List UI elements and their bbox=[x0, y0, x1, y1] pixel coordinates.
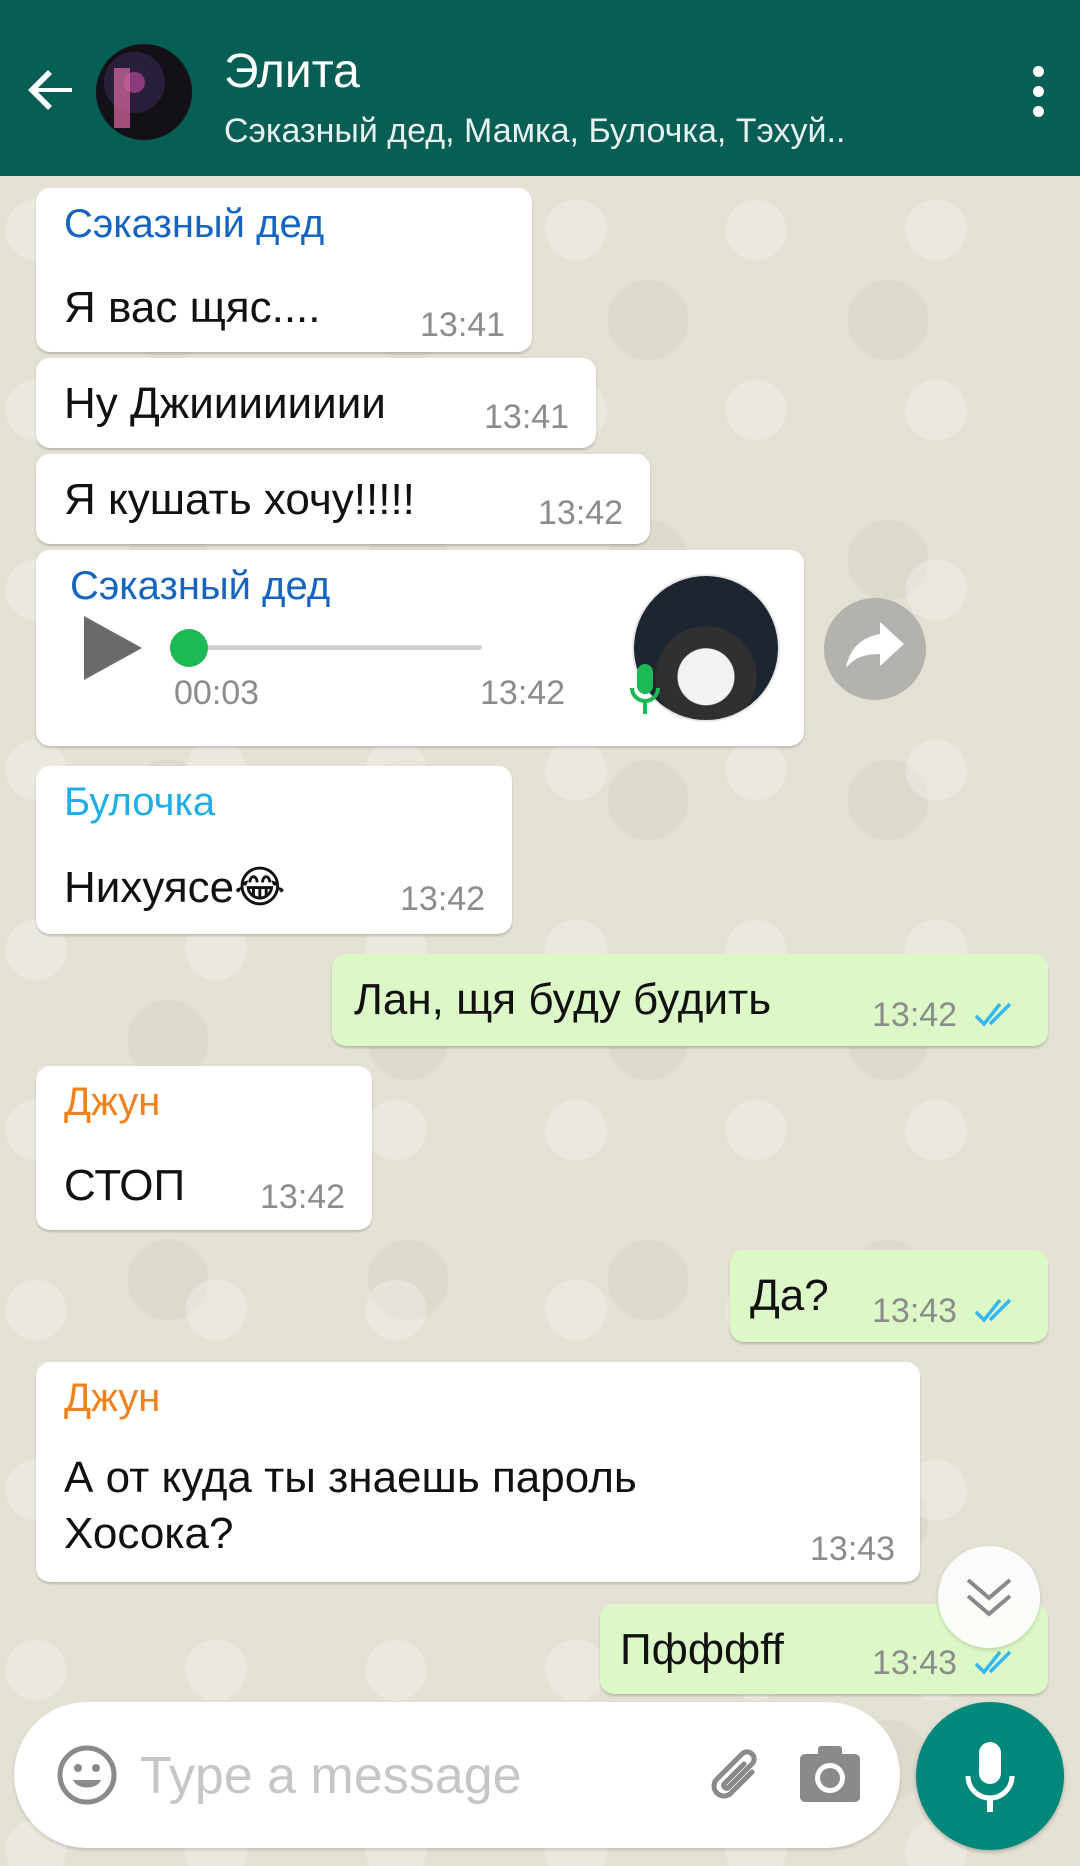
chat-title[interactable]: Элита bbox=[224, 44, 360, 99]
message-bubble[interactable]: Ну Джииииииии 13:41 bbox=[36, 358, 596, 448]
sender-name: Джун bbox=[64, 1080, 161, 1124]
message-text: Нихуясе😂 bbox=[64, 863, 286, 912]
message-time: 13:42 bbox=[260, 1178, 346, 1216]
voice-message-bubble[interactable]: Сэказный дед 00:03 13:42 bbox=[36, 550, 804, 746]
message-text: Ну Джииииииии bbox=[64, 379, 386, 428]
message-bubble[interactable]: Сэказный дед Я вас щяс.... 13:41 bbox=[36, 188, 532, 352]
read-ticks-icon bbox=[974, 1298, 1012, 1323]
read-ticks-icon bbox=[974, 1650, 1012, 1675]
sender-name: Джун bbox=[64, 1376, 161, 1420]
chevron-down-icon bbox=[966, 1578, 1012, 1617]
back-arrow-icon[interactable] bbox=[24, 62, 80, 118]
outgoing-message-bubble[interactable]: Да? 13:43 bbox=[730, 1250, 1048, 1342]
chat-members[interactable]: Сэказный дед, Мамка, Булочка, Тэхуй.. bbox=[224, 112, 845, 151]
read-ticks-icon bbox=[974, 1002, 1012, 1027]
attach-icon[interactable] bbox=[702, 1742, 772, 1817]
message-bubble[interactable]: Я кушать хочу!!!!! 13:42 bbox=[36, 454, 650, 544]
message-time: 13:42 bbox=[538, 494, 624, 532]
camera-icon[interactable] bbox=[798, 1744, 862, 1809]
forward-icon bbox=[846, 622, 904, 668]
audio-progress-track[interactable] bbox=[196, 645, 482, 650]
message-time: 13:42 bbox=[400, 880, 486, 918]
mic-icon bbox=[965, 1742, 1015, 1812]
chat-header: Элита Сэказный дед, Мамка, Булочка, Тэху… bbox=[0, 0, 1080, 176]
message-time: 13:42 bbox=[480, 674, 566, 712]
message-bubble[interactable]: Джун А от куда ты знаешь пароль Хосока? … bbox=[36, 1362, 920, 1582]
message-bubble[interactable]: Булочка Нихуясе😂 13:42 bbox=[36, 766, 512, 934]
play-icon[interactable] bbox=[84, 616, 142, 680]
more-vert-icon[interactable] bbox=[1030, 66, 1046, 118]
sender-name: Сэказный дед bbox=[64, 202, 325, 246]
group-avatar[interactable] bbox=[96, 44, 192, 140]
message-time: 13:43 bbox=[872, 1644, 958, 1682]
outgoing-message-bubble[interactable]: Лан, щя буду будить 13:42 bbox=[332, 954, 1048, 1046]
message-input[interactable]: Type a message bbox=[140, 1746, 522, 1806]
audio-seek-handle[interactable] bbox=[170, 629, 208, 667]
message-text-line-1: А от куда ты знаешь пароль bbox=[64, 1453, 637, 1502]
message-time: 13:42 bbox=[872, 996, 958, 1034]
message-text: Я вас щяс.... bbox=[64, 283, 321, 332]
sender-name: Сэказный дед bbox=[70, 564, 331, 608]
message-time: 13:43 bbox=[810, 1530, 896, 1568]
message-time: 13:41 bbox=[484, 398, 570, 436]
message-text: Пфффff bbox=[620, 1625, 784, 1674]
message-text: Да? bbox=[750, 1271, 829, 1320]
message-text: СТОП bbox=[64, 1161, 186, 1210]
mic-icon bbox=[630, 662, 660, 727]
scroll-to-bottom-button[interactable] bbox=[938, 1546, 1040, 1648]
emoji-icon[interactable] bbox=[56, 1744, 118, 1811]
record-voice-button[interactable] bbox=[916, 1702, 1064, 1850]
message-text: Я кушать хочу!!!!! bbox=[64, 475, 415, 524]
voice-duration: 00:03 bbox=[174, 674, 260, 712]
message-text: Лан, щя буду будить bbox=[354, 975, 772, 1024]
sender-name: Булочка bbox=[64, 780, 216, 824]
message-text-line-2: Хосока? bbox=[64, 1509, 234, 1558]
message-bubble[interactable]: Джун СТОП 13:42 bbox=[36, 1066, 372, 1230]
message-time: 13:41 bbox=[420, 306, 506, 344]
message-time: 13:43 bbox=[872, 1292, 958, 1330]
message-input-bar[interactable]: Type a message bbox=[14, 1702, 900, 1848]
forward-button[interactable] bbox=[824, 598, 926, 700]
